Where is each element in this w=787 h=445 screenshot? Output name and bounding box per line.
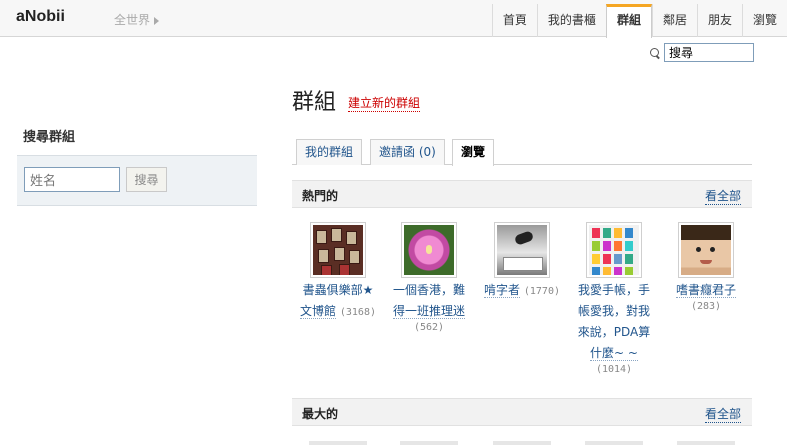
group-member-count: (1770) [523,286,560,297]
boy-thumbnail-icon [681,225,731,275]
group-thumbnail[interactable] [678,222,734,278]
tab-my-groups[interactable]: 我的群組 [296,139,363,165]
group-name-link[interactable]: 書蟲俱樂部★ 文博館 (3168) [293,280,383,323]
nav-tab-neighbours[interactable]: 鄰居 [651,4,697,37]
popular-section-header: 熱門的 看全部 [292,180,752,208]
group-thumbnail[interactable] [677,441,735,445]
group-member-count: (3168) [339,307,376,318]
region-selector[interactable]: 全世界 [114,11,160,28]
nav-tab-friends[interactable]: 朋友 [696,4,742,37]
biggest-see-all-link[interactable]: 看全部 [704,405,741,423]
search-groups-box: 搜尋 [17,155,257,206]
group-thumbnail[interactable] [585,441,643,445]
group-thumbnail[interactable] [586,222,642,278]
nav-tab-groups[interactable]: 群組 [605,4,652,38]
search-groups-button[interactable]: 搜尋 [126,167,167,192]
tab-browse[interactable]: 瀏覽 [452,139,495,166]
search-icon [650,47,660,58]
tab-invitations[interactable]: 邀請函 (0) [370,139,445,165]
create-group-link[interactable]: 建立新的群組 [348,94,421,112]
biggest-section-header: 最大的 看全部 [292,398,752,426]
region-label: 全世界 [114,13,151,27]
group-thumbnail[interactable] [494,222,550,278]
group-thumbnail[interactable] [309,441,367,445]
group-name-input[interactable] [24,167,120,192]
group-name-link[interactable]: 一個香港，難 得一班推理迷 [384,280,474,322]
group-tabs: 我的群組 邀請函 (0) 瀏覽 [292,136,752,166]
main-nav: 首頁 我的書櫃 群組 鄰居 朋友 瀏覽 [491,4,787,38]
swing-thumbnail-icon [497,225,547,275]
group-member-count: (283) [690,301,722,312]
flower-thumbnail-icon [404,225,454,275]
planner-thumbnail-icon [589,225,639,275]
top-bar: aNobii 全世界 首頁 我的書櫃 群組 鄰居 朋友 瀏覽 [0,0,787,38]
group-thumbnail[interactable] [493,441,551,445]
group-item: 嗜書癮君子 (283) [661,222,751,312]
nav-tab-home[interactable]: 首頁 [491,4,537,37]
popular-see-all-link[interactable]: 看全部 [704,187,741,205]
page-title: 群組 [292,90,337,115]
group-item: 我愛手帳，手 帳愛我，對我 來說，PDA算 什麼~ ~ (1014) [569,222,659,375]
group-name-link[interactable]: 我愛手帳，手 帳愛我，對我 來說，PDA算 什麼~ ~ [569,280,659,364]
bookclub-thumbnail-icon [313,225,363,275]
group-item: 一個香港，難 得一班推理迷 (562) [384,222,474,333]
group-name-link[interactable]: 嗜書癮君子 [661,280,751,301]
nav-tab-browse[interactable]: 瀏覽 [741,4,787,37]
group-name-link[interactable]: 啃字者 (1770) [477,280,567,302]
group-thumbnail[interactable] [401,222,457,278]
top-search [650,43,754,62]
group-member-count: (562) [413,322,445,333]
group-member-count: (1014) [595,364,633,375]
anobii-logo[interactable]: aNobii [16,8,65,26]
group-thumbnail[interactable] [400,441,458,445]
search-groups-title: 搜尋群組 [23,130,76,145]
group-thumbnail[interactable] [310,222,366,278]
search-input[interactable] [664,43,754,62]
group-item: 書蟲俱樂部★ 文博館 (3168) [293,222,383,323]
popular-title: 熱門的 [302,189,339,203]
biggest-title: 最大的 [302,407,339,421]
chevron-right-icon [154,16,160,25]
nav-tab-my-shelf[interactable]: 我的書櫃 [536,4,606,37]
group-item: 啃字者 (1770) [477,222,567,302]
